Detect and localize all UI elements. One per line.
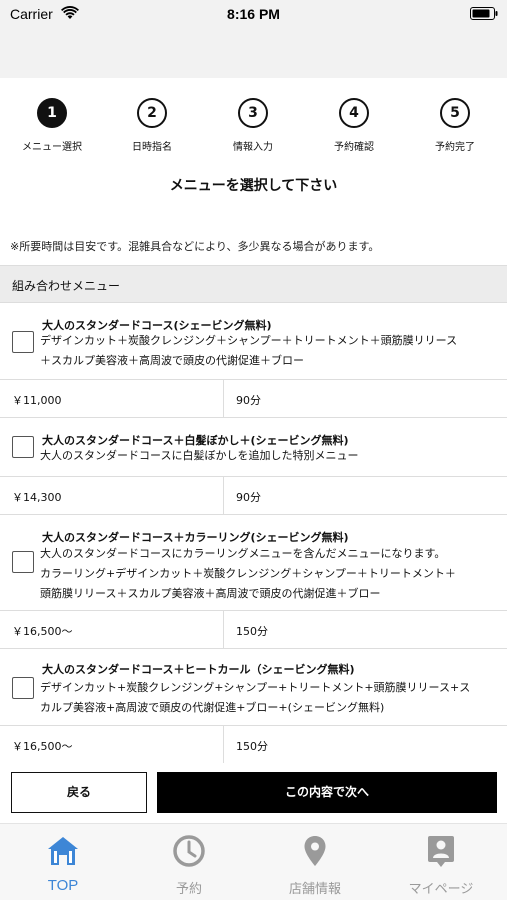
menu-checkbox[interactable]: [12, 677, 34, 699]
home-icon: [48, 837, 78, 865]
step-number: 1: [37, 98, 67, 128]
step-number: 5: [440, 98, 470, 128]
menu-item[interactable]: 大人のスタンダードコース(シェービング無料) デザインカット＋炭酸クレンジング＋…: [0, 303, 507, 380]
duration-cell: 150分: [224, 726, 507, 764]
tab-top[interactable]: TOP: [0, 824, 126, 900]
status-bar: Carrier 8:16 PM: [0, 0, 507, 30]
battery-icon: [470, 7, 498, 20]
menu-checkbox[interactable]: [12, 551, 34, 573]
menu-checkbox[interactable]: [12, 331, 34, 353]
menu-description: デザインカット＋炭酸クレンジング＋シャンプー＋トリートメント＋頭筋膜リリース ＋…: [40, 331, 502, 371]
step-complete: 5 予約完了: [415, 98, 495, 153]
step-number: 2: [137, 98, 167, 128]
menu-description-line: 大人のスタンダードコースに白髪ぼかしを追加した特別メニュー: [40, 449, 359, 462]
step-info-input: 3 情報入力: [213, 98, 293, 153]
menu-price-row: ￥11,000 90分: [0, 380, 507, 418]
step-label: メニュー選択: [22, 142, 82, 153]
clock-icon: [173, 835, 205, 867]
duration-cell: 90分: [224, 380, 507, 418]
tab-shop-info[interactable]: 店舗情報: [252, 824, 378, 900]
menu-description-line: 大人のスタンダードコースにカラーリングメニューを含んだメニューになります。: [40, 547, 446, 560]
tab-bar: TOP 予約 店舗情報 マイページ: [0, 823, 507, 900]
menu-price-row: ￥16,500〜 150分: [0, 726, 507, 764]
menu-description-line: 頭筋膜リリース＋スカルプ美容液＋高周波で頭皮の代謝促進＋ブロー: [40, 587, 381, 600]
navigation-header: [0, 30, 507, 78]
tab-label: 店舗情報: [288, 882, 341, 897]
menu-description: 大人のスタンダードコースに白髪ぼかしを追加した特別メニュー: [40, 446, 502, 466]
menu-description-line: カルプ美容液+高周波で頭皮の代謝促進+ブロー+(シェービング無料): [40, 701, 385, 714]
step-label: 予約確認: [334, 142, 374, 153]
step-indicator: 1 メニュー選択 2 日時指名 3 情報入力 4 予約確認 5 予約完了: [0, 98, 507, 158]
menu-description-line: カラーリング+デザインカット＋炭酸クレンジング＋シャンプー＋トリートメント＋: [40, 567, 456, 580]
next-button[interactable]: この内容で次へ: [157, 772, 497, 813]
menu-checkbox[interactable]: [12, 436, 34, 458]
price-cell: ￥16,500〜: [0, 611, 224, 649]
tab-mypage[interactable]: マイページ: [378, 824, 504, 900]
price-cell: ￥11,000: [0, 380, 224, 418]
menu-item[interactable]: 大人のスタンダードコース＋白髪ぼかし＋(シェービング無料) 大人のスタンダードコ…: [0, 418, 507, 477]
menu-price: ￥16,500〜: [12, 625, 73, 638]
step-label: 情報入力: [233, 142, 273, 153]
tab-label: マイページ: [408, 882, 474, 897]
menu-price: ￥16,500〜: [12, 740, 73, 753]
step-number: 4: [339, 98, 369, 128]
tab-label: 予約: [175, 882, 202, 897]
duration-cell: 90分: [224, 477, 507, 515]
step-label: 予約完了: [435, 142, 475, 153]
tab-reservation[interactable]: 予約: [126, 824, 252, 900]
menu-name: 大人のスタンダードコース＋カラーリング(シェービング無料): [42, 531, 349, 544]
menu-item[interactable]: 大人のスタンダードコース＋カラーリング(シェービング無料) 大人のスタンダードコ…: [0, 515, 507, 611]
price-cell: ￥14,300: [0, 477, 224, 515]
menu-description: 大人のスタンダードコースにカラーリングメニューを含んだメニューになります。 カラ…: [40, 544, 502, 604]
menu-price-row: ￥14,300 90分: [0, 477, 507, 515]
menu-duration: 90分: [236, 394, 261, 407]
map-pin-icon: [304, 836, 326, 866]
section-header: 組み合わせメニュー: [0, 265, 507, 303]
menu-price: ￥11,000: [12, 394, 62, 407]
menu-price: ￥14,300: [12, 491, 62, 504]
page-title: メニューを選択して下さい: [169, 178, 338, 194]
menu-item[interactable]: 大人のスタンダードコース＋ヒートカール（シェービング無料) デザインカット+炭酸…: [0, 649, 507, 726]
section-title: 組み合わせメニュー: [12, 279, 121, 293]
duration-cell: 150分: [224, 611, 507, 649]
step-confirm: 4 予約確認: [314, 98, 394, 153]
menu-description-line: デザインカット＋炭酸クレンジング＋シャンプー＋トリートメント＋頭筋膜リリース: [40, 334, 458, 347]
clock-label: 8:16 PM: [227, 6, 280, 22]
menu-duration: 90分: [236, 491, 261, 504]
menu-price-row: ￥16,500〜 150分: [0, 611, 507, 649]
menu-duration: 150分: [236, 625, 268, 638]
menu-name: 大人のスタンダードコース＋ヒートカール（シェービング無料): [42, 663, 355, 676]
step-number: 3: [238, 98, 268, 128]
menu-duration: 150分: [236, 740, 268, 753]
back-button[interactable]: 戻る: [11, 772, 147, 813]
step-menu-select: 1 メニュー選択: [12, 98, 92, 153]
tab-label: TOP: [47, 877, 79, 894]
action-bar: 戻る この内容で次へ: [0, 763, 507, 823]
menu-description: デザインカット+炭酸クレンジング+シャンプー+トリートメント+頭筋膜リリース+ス…: [40, 678, 502, 718]
menu-description-line: ＋スカルプ美容液＋高周波で頭皮の代謝促進＋ブロー: [40, 354, 304, 367]
duration-notice: ※所要時間は目安です。混雑具合などにより、多少異なる場合があります。: [10, 240, 380, 253]
price-cell: ￥16,500〜: [0, 726, 224, 764]
menu-description-line: デザインカット+炭酸クレンジング+シャンプー+トリートメント+頭筋膜リリース+ス: [40, 681, 471, 694]
step-date-select: 2 日時指名: [112, 98, 192, 153]
profile-card-icon: [428, 836, 454, 867]
step-label: 日時指名: [132, 142, 172, 153]
